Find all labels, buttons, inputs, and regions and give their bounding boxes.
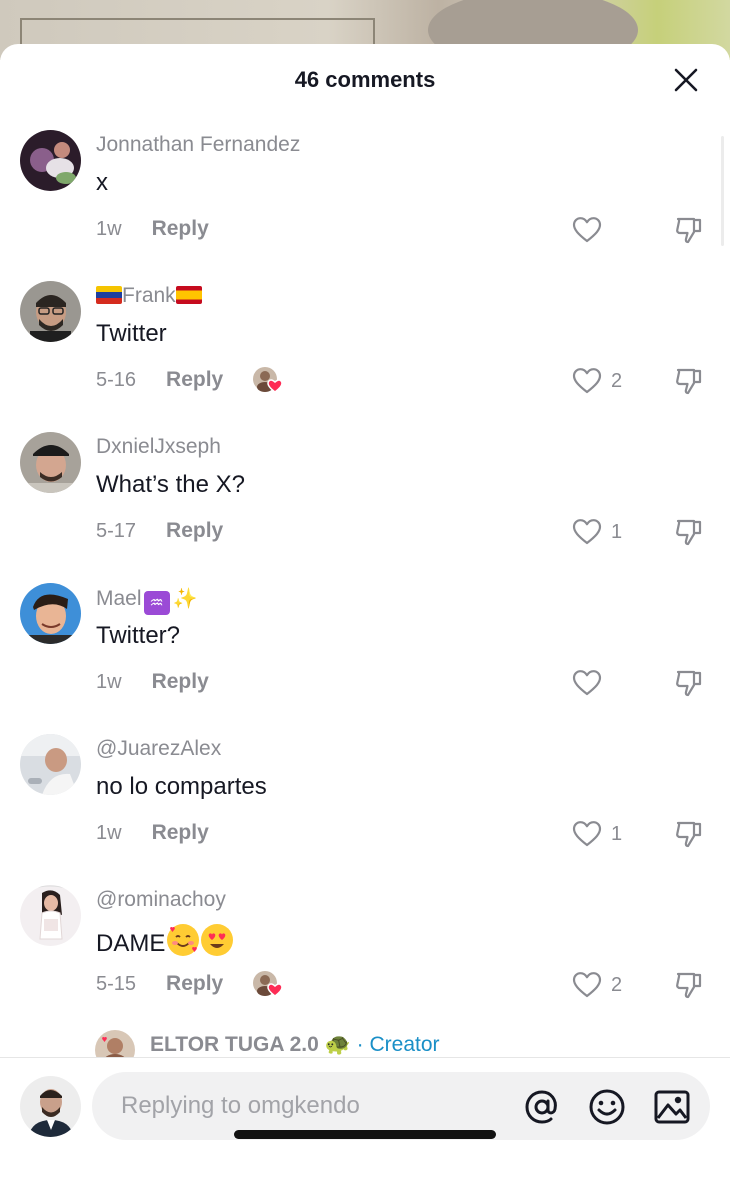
like-button[interactable]: 1 [572, 516, 622, 548]
avatar[interactable] [20, 130, 81, 191]
comment-timestamp: 5-16 [96, 368, 137, 391]
heart-icon [572, 368, 602, 394]
username-text: Frank [122, 284, 176, 307]
avatar[interactable] [20, 432, 81, 493]
like-button[interactable]: 1 [572, 818, 622, 850]
comment-text-content: DAME [96, 930, 166, 957]
thumbs-down-icon [676, 519, 702, 546]
avatar[interactable] [20, 885, 81, 946]
comment-meta: 5-16 Reply [96, 365, 285, 395]
heart-icon [572, 821, 602, 847]
comment-text: Twitter [96, 320, 167, 347]
like-count: 1 [611, 822, 623, 845]
dislike-button[interactable] [673, 214, 705, 246]
dislike-button[interactable] [673, 969, 705, 1001]
comment-timestamp: 1w [96, 217, 122, 240]
close-icon[interactable] [672, 66, 700, 94]
comment-meta: 5-15 Reply [96, 969, 285, 999]
like-button[interactable] [572, 667, 602, 699]
comment-meta: 1w Reply [96, 667, 209, 697]
thumbs-down-icon [676, 821, 702, 848]
creator-separator: · [356, 1033, 364, 1056]
comment-timestamp: 5-15 [96, 972, 137, 995]
comments-count-title: 46 comments [294, 67, 436, 92]
aquarius-icon: ♒ [143, 591, 170, 615]
dislike-button[interactable] [673, 365, 705, 397]
comment-text: x [96, 169, 108, 196]
dislike-button[interactable] [673, 516, 705, 548]
comment-text: DAME [96, 924, 234, 958]
like-count: 2 [611, 973, 623, 996]
reply-button[interactable]: Reply [166, 368, 223, 392]
comment-item: Frank Twitter 5-16 Reply 2 [0, 281, 730, 431]
comment-text: no lo compartes [96, 773, 267, 800]
comment-item: Mael ♒ ✨ Twitter? 1w Reply [0, 583, 730, 733]
like-button[interactable]: 2 [572, 969, 622, 1001]
comment-text: What’s the X? [96, 471, 245, 498]
image-icon[interactable] [653, 1088, 691, 1126]
like-count: 2 [611, 369, 623, 392]
creator-name-text: ELTOR TUGA 2.0 [150, 1033, 319, 1056]
liked-by-creator-badge [251, 969, 285, 999]
comment-item: @rominachoy DAME 5-15 Reply 2 [0, 885, 730, 1035]
emoji-icon[interactable] [588, 1088, 626, 1126]
liked-by-creator-badge [251, 365, 285, 395]
comment-username[interactable]: Mael ♒ ✨ [96, 586, 197, 615]
username-text: Mael [96, 587, 142, 610]
creator-avatar [95, 1030, 135, 1060]
dislike-button[interactable] [673, 818, 705, 850]
reply-button[interactable]: Reply [152, 217, 209, 241]
thumbs-down-icon [676, 368, 702, 395]
comment-timestamp: 5-17 [96, 519, 137, 542]
home-indicator[interactable] [234, 1130, 496, 1139]
comment-timestamp: 1w [96, 821, 122, 844]
heart-icon [572, 972, 602, 998]
heart-icon [572, 519, 602, 545]
heart-icon [572, 217, 602, 243]
avatar[interactable] [20, 281, 81, 342]
comment-item: Jonnathan Fernandez x 1w Reply [0, 130, 730, 280]
turtle-icon: 🐢 [324, 1032, 351, 1056]
comment-username[interactable]: DxnielJxseph [96, 435, 221, 459]
comment-username[interactable]: @rominachoy [96, 888, 226, 912]
creator-reply-preview[interactable]: ELTOR TUGA 2.0 🐢 · Creator [0, 1030, 730, 1060]
thumbs-down-icon [676, 217, 702, 244]
at-icon[interactable] [523, 1088, 561, 1126]
venezuela-flag-icon [96, 286, 122, 304]
comment-item: @JuarezAlex no lo compartes 1w Reply 1 [0, 734, 730, 884]
avatar[interactable] [20, 583, 81, 644]
current-user-avatar [20, 1076, 81, 1137]
comment-meta: 1w Reply [96, 214, 209, 244]
smiling-face-with-hearts-icon [167, 924, 200, 956]
thumbs-down-icon [676, 972, 702, 999]
heart-icon [572, 670, 602, 696]
comment-username[interactable]: Jonnathan Fernandez [96, 133, 300, 157]
creator-tag: Creator [369, 1033, 440, 1056]
sparkles-icon: ✨ [172, 586, 198, 610]
spain-flag-icon [175, 286, 202, 304]
reply-button[interactable]: Reply [152, 670, 209, 694]
comment-meta: 1w Reply [96, 818, 209, 848]
dislike-button[interactable] [673, 667, 705, 699]
comment-text: Twitter? [96, 622, 181, 649]
comment-composer: Replying to omgkendo [0, 1057, 730, 1200]
comments-sheet: 46 comments Jonnathan Fernandez x 1w Rep… [0, 44, 730, 1200]
like-button[interactable] [572, 214, 602, 246]
comment-meta: 5-17 Reply [96, 516, 223, 546]
avatar[interactable] [20, 734, 81, 795]
like-count: 1 [611, 520, 623, 543]
comment-username[interactable]: Frank [96, 284, 202, 308]
heart-eyes-icon [201, 924, 234, 956]
reply-input-placeholder: Replying to omgkendo [121, 1092, 360, 1119]
reply-button[interactable]: Reply [166, 972, 223, 996]
comment-username[interactable]: @JuarezAlex [96, 737, 221, 761]
reply-button[interactable]: Reply [166, 519, 223, 543]
reply-button[interactable]: Reply [152, 821, 209, 845]
creator-name: ELTOR TUGA 2.0 🐢 · Creator [150, 1032, 440, 1057]
thumbs-down-icon [676, 670, 702, 697]
comment-item: DxnielJxseph What’s the X? 5-17 Reply 1 [0, 432, 730, 582]
like-button[interactable]: 2 [572, 365, 622, 397]
comment-timestamp: 1w [96, 670, 122, 693]
comments-header: 46 comments [0, 44, 730, 116]
